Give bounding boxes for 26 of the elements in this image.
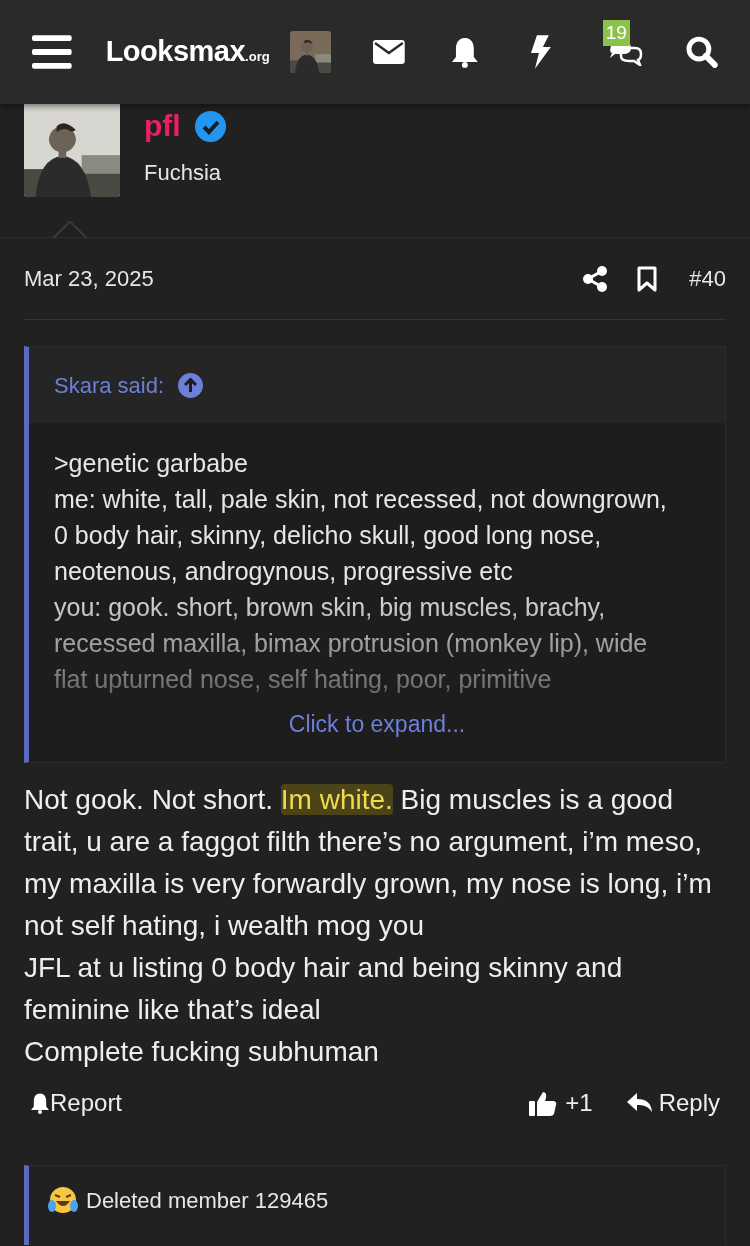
author-name[interactable]: pfl: [144, 108, 181, 144]
user-title: Fuchsia: [144, 159, 223, 187]
mail-icon[interactable]: [373, 40, 406, 64]
quote-author-link[interactable]: Skara said:: [54, 368, 165, 402]
bell-icon: [30, 1091, 50, 1114]
reaction-summary-link[interactable]: Deleted member 129465: [86, 1183, 329, 1217]
report-link[interactable]: Report: [30, 1084, 123, 1121]
search-icon[interactable]: [686, 36, 718, 68]
reply-arrow-icon: [626, 1092, 653, 1113]
menu-icon[interactable]: [32, 35, 72, 69]
quote-text: >genetic garbabe me: white, tall, pale skin, not recessed, not downgrown, 0 body hair, skinny, delicho skull, good long nose, neotenous, androgynous, progressive etc you: gook. short, brown skin, big muscles, brachy, recessed maxilla, bimax protrusion (monkey lip), wide flat upturned nose, self hating, poor, primitive: [54, 448, 668, 695]
share-icon[interactable]: [583, 265, 608, 292]
post-body: Not gook. Not short. Im white. Big muscles is a good trait, u are a faggot filth there’s no argument, i’m meso, my maxilla is very forwardly grown, my nose is long, i’m not self hating, i wealth mog you JFL at u listing 0 body hair and being skinny and feminine like that’s ideal Complete fucking subhuman: [24, 782, 713, 1069]
post-date[interactable]: Mar 23, 2025: [24, 262, 154, 295]
notification-badge: 19: [602, 20, 630, 46]
expand-link[interactable]: Click to expand...: [288, 707, 466, 742]
like-button[interactable]: +1: [529, 1084, 593, 1121]
bookmark-icon[interactable]: [637, 265, 658, 292]
post-number[interactable]: #40: [689, 262, 726, 295]
reply-link[interactable]: Reply: [626, 1084, 720, 1121]
laughing-emoji-icon[interactable]: [48, 1185, 78, 1215]
lightning-icon[interactable]: [528, 35, 551, 69]
bell-icon[interactable]: [451, 36, 479, 68]
site-logo[interactable]: Looksmax.org: [105, 30, 270, 74]
pointer-notch: [53, 221, 87, 239]
thumbs-up-icon: [529, 1089, 558, 1116]
